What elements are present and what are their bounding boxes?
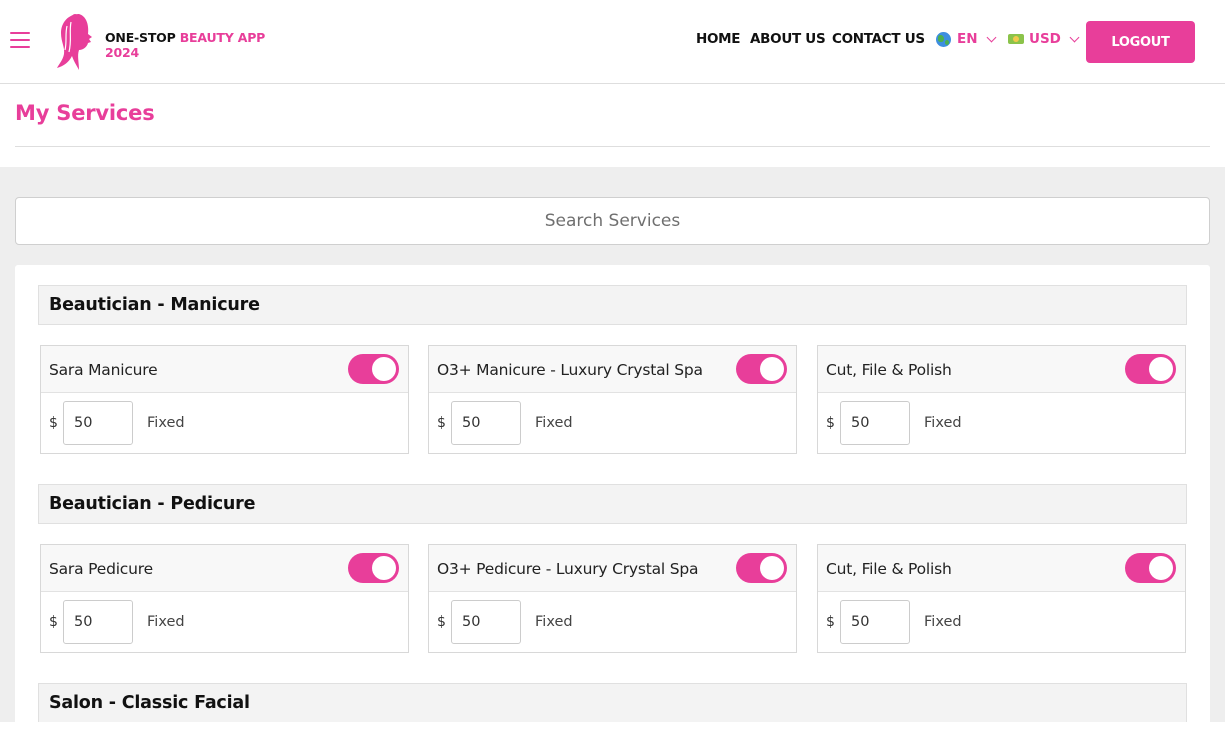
service-name: Sara Manicure [49, 361, 158, 379]
service-card-body: $ Fixed [41, 393, 408, 454]
service-enabled-toggle[interactable] [1125, 354, 1176, 384]
service-name: Cut, File & Polish [826, 361, 952, 379]
currency-symbol: $ [437, 614, 446, 630]
price-input[interactable] [63, 401, 133, 445]
logo-woman-silhouette-icon[interactable] [55, 12, 101, 70]
service-card-body: $ Fixed [818, 592, 1185, 653]
service-card-header: O3+ Pedicure - Luxury Crystal Spa [429, 545, 796, 592]
language-selector[interactable]: EN [936, 31, 996, 47]
chevron-down-icon [986, 32, 996, 42]
service-card: Sara Manicure $ Fixed [40, 345, 409, 454]
service-enabled-toggle[interactable] [736, 553, 787, 583]
chevron-down-icon [1069, 32, 1080, 42]
category-header: Beautician - Manicure [38, 285, 1187, 325]
category-title: Salon - Classic Facial [49, 693, 250, 713]
category-header: Salon - Classic Facial [38, 683, 1187, 722]
service-card-header: O3+ Manicure - Luxury Crystal Spa [429, 346, 796, 393]
currency-selector[interactable]: USD [1008, 31, 1080, 47]
service-name: O3+ Manicure - Luxury Crystal Spa [437, 361, 703, 379]
service-enabled-toggle[interactable] [348, 553, 399, 583]
currency-symbol: $ [826, 614, 835, 630]
currency-symbol: $ [49, 415, 58, 431]
price-type-label: Fixed [924, 614, 962, 630]
service-name: O3+ Pedicure - Luxury Crystal Spa [437, 560, 699, 578]
service-card: O3+ Manicure - Luxury Crystal Spa $ Fixe… [428, 345, 797, 454]
service-card-header: Cut, File & Polish [818, 545, 1185, 592]
nav-about-link[interactable]: ABOUT US [750, 31, 826, 47]
price-input[interactable] [451, 401, 521, 445]
service-enabled-toggle[interactable] [348, 354, 399, 384]
price-type-label: Fixed [535, 415, 573, 431]
title-divider [15, 146, 1210, 147]
language-value: EN [957, 31, 978, 47]
page-title: My Services [15, 101, 155, 125]
price-type-label: Fixed [924, 415, 962, 431]
currency-symbol: $ [826, 415, 835, 431]
service-card-body: $ Fixed [41, 592, 408, 653]
logo-line2: 2024 [105, 45, 139, 60]
logo-text[interactable]: ONE-STOP BEAUTY APP 2024 [105, 30, 265, 60]
category-title: Beautician - Pedicure [49, 494, 256, 514]
currency-symbol: $ [437, 415, 446, 431]
service-name: Cut, File & Polish [826, 560, 952, 578]
service-enabled-toggle[interactable] [1125, 553, 1176, 583]
service-card-header: Sara Manicure [41, 346, 408, 393]
money-icon [1008, 34, 1024, 44]
service-name: Sara Pedicure [49, 560, 153, 578]
logo-line1-b: BEAUTY APP [179, 30, 266, 45]
price-input[interactable] [840, 600, 910, 644]
top-header: ONE-STOP BEAUTY APP 2024 HOME ABOUT US C… [0, 0, 1225, 84]
globe-icon [936, 31, 951, 47]
search-services-input[interactable] [15, 197, 1210, 245]
service-card-body: $ Fixed [818, 393, 1185, 454]
service-card: Cut, File & Polish $ Fixed [817, 345, 1186, 454]
nav-home-link[interactable]: HOME [696, 31, 741, 47]
service-card-header: Cut, File & Polish [818, 346, 1185, 393]
currency-symbol: $ [49, 614, 58, 630]
price-input[interactable] [451, 600, 521, 644]
price-input[interactable] [63, 600, 133, 644]
price-input[interactable] [840, 401, 910, 445]
category-title: Beautician - Manicure [49, 295, 260, 315]
price-type-label: Fixed [147, 415, 185, 431]
hamburger-menu-icon[interactable] [10, 32, 30, 50]
service-enabled-toggle[interactable] [736, 354, 787, 384]
service-card: O3+ Pedicure - Luxury Crystal Spa $ Fixe… [428, 544, 797, 653]
service-card: Cut, File & Polish $ Fixed [817, 544, 1186, 653]
logo-line1-a: ONE-STOP [105, 30, 176, 45]
category-header: Beautician - Pedicure [38, 484, 1187, 524]
price-type-label: Fixed [147, 614, 185, 630]
currency-value: USD [1029, 31, 1061, 47]
service-card-header: Sara Pedicure [41, 545, 408, 592]
service-card-body: $ Fixed [429, 592, 796, 653]
logout-button[interactable]: LOGOUT [1086, 21, 1195, 63]
nav-contact-link[interactable]: CONTACT US [832, 31, 925, 47]
service-card: Sara Pedicure $ Fixed [40, 544, 409, 653]
price-type-label: Fixed [535, 614, 573, 630]
service-card-body: $ Fixed [429, 393, 796, 454]
